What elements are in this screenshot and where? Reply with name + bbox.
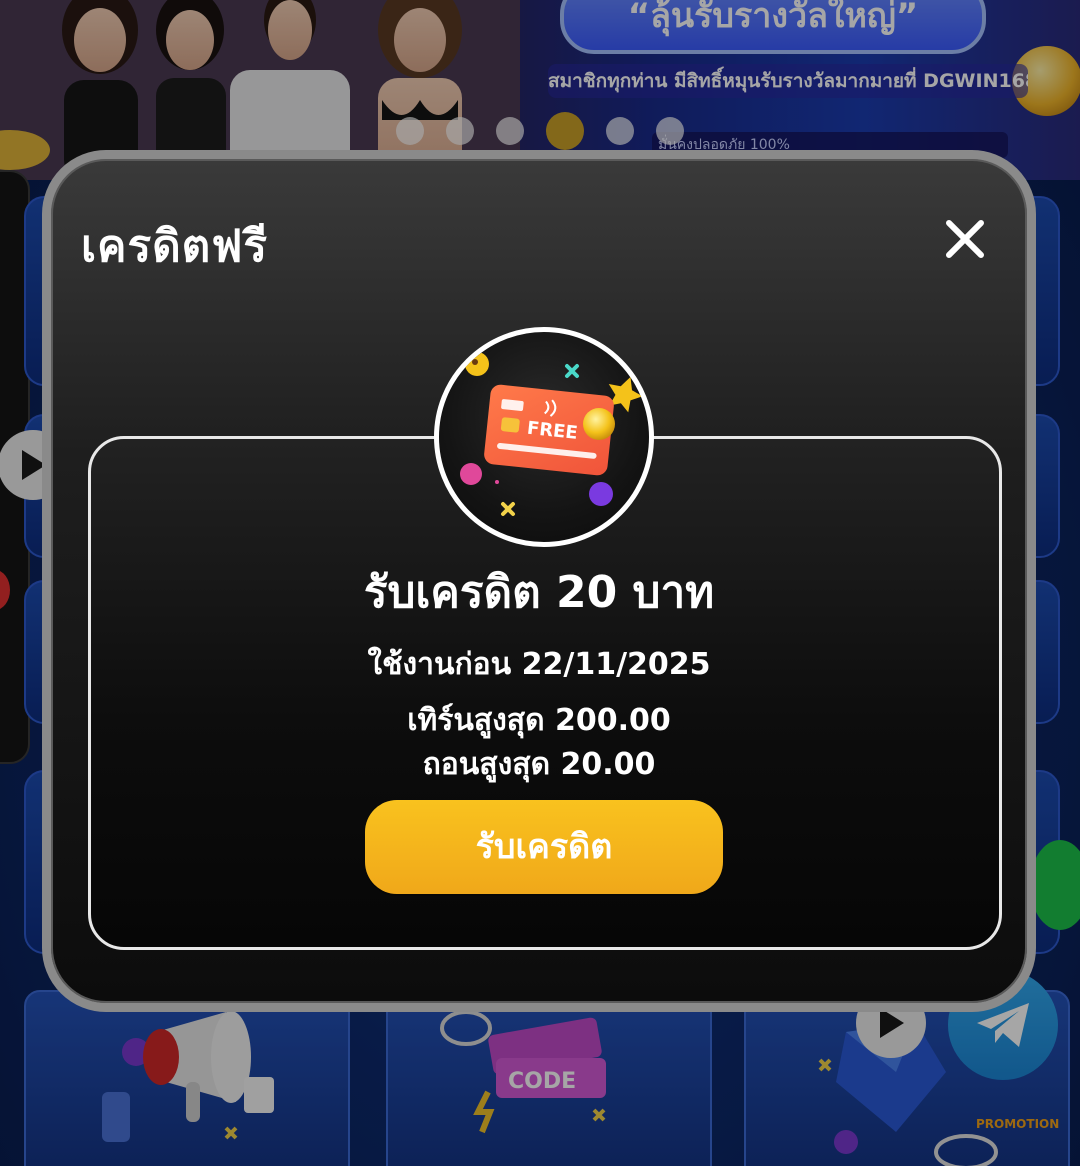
page: “ลุ้นรับรางวัลใหญ่” สมาชิกทุกท่าน มีสิทธ… [0,0,1080,1166]
expiry-date: ใช้งานก่อน 22/11/2025 [367,647,711,682]
close-icon[interactable] [939,213,991,265]
modal-title: เครดิตฟรี [81,221,269,272]
free-credit-modal: เครดิตฟรี FREE รับเครดิต 20 บาท ใช้งานก่… [42,150,1036,1012]
credit-amount-headline: รับเครดิต 20 บาท [363,567,715,618]
max-turnover: เทิร์นสูงสุด 200.00 [407,703,671,738]
free-credit-card-icon: FREE [434,327,654,547]
claim-credit-button[interactable]: รับเครดิต [365,800,723,894]
max-withdraw: ถอนสูงสุด 20.00 [422,747,656,782]
